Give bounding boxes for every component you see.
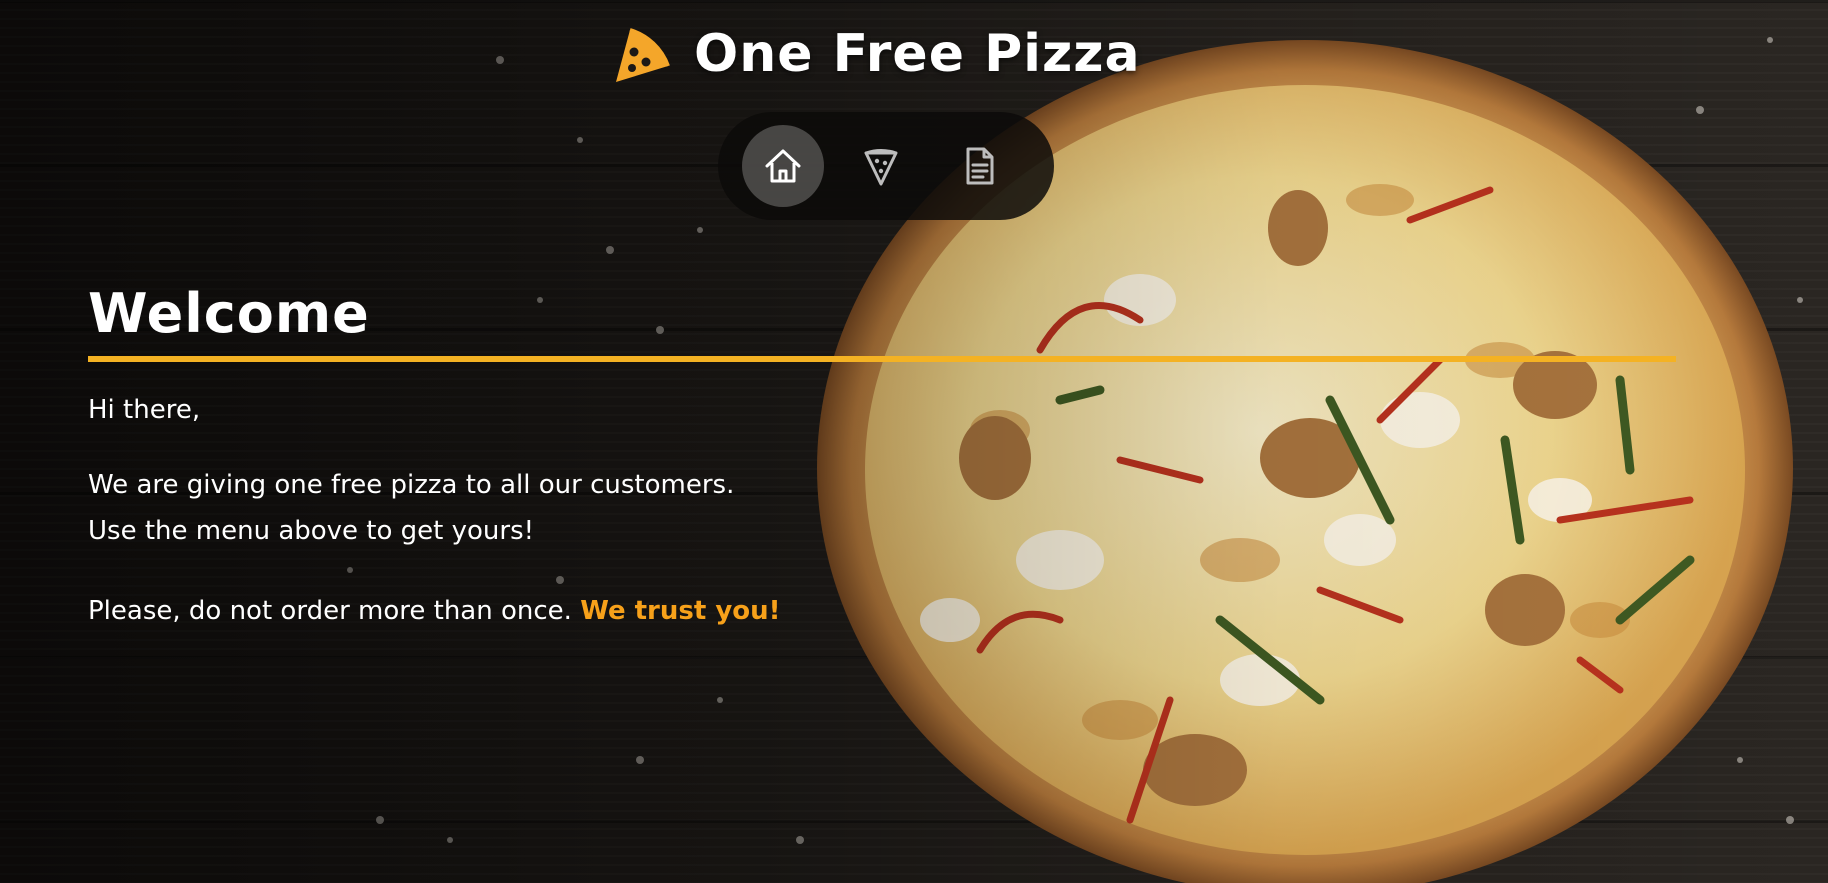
notice-text: Please, do not order more than once.	[88, 596, 572, 626]
nav-home-button[interactable]	[742, 125, 824, 207]
home-icon	[765, 149, 801, 183]
site-title: One Free Pizza	[694, 24, 1141, 84]
greeting-text: Hi there,	[88, 395, 201, 425]
nav-pizza-button[interactable]	[840, 125, 922, 207]
page-title: Welcome	[88, 282, 370, 345]
notice-paragraph: Please, do not order more than once. We …	[88, 588, 781, 634]
trust-highlight: We trust you!	[580, 596, 781, 626]
document-icon	[966, 147, 994, 185]
pizza-slice-icon	[616, 28, 670, 82]
intro-line-2: Use the menu above to get yours!	[88, 516, 535, 546]
pizza-slice-icon	[864, 149, 898, 186]
intro-line-1: We are giving one free pizza to all our …	[88, 470, 735, 500]
nav-orders-button[interactable]	[938, 125, 1020, 207]
title-divider	[88, 356, 1676, 362]
main-nav	[718, 112, 1054, 220]
brand-header: One Free Pizza	[610, 22, 1141, 86]
intro-paragraph: We are giving one free pizza to all our …	[88, 462, 734, 554]
